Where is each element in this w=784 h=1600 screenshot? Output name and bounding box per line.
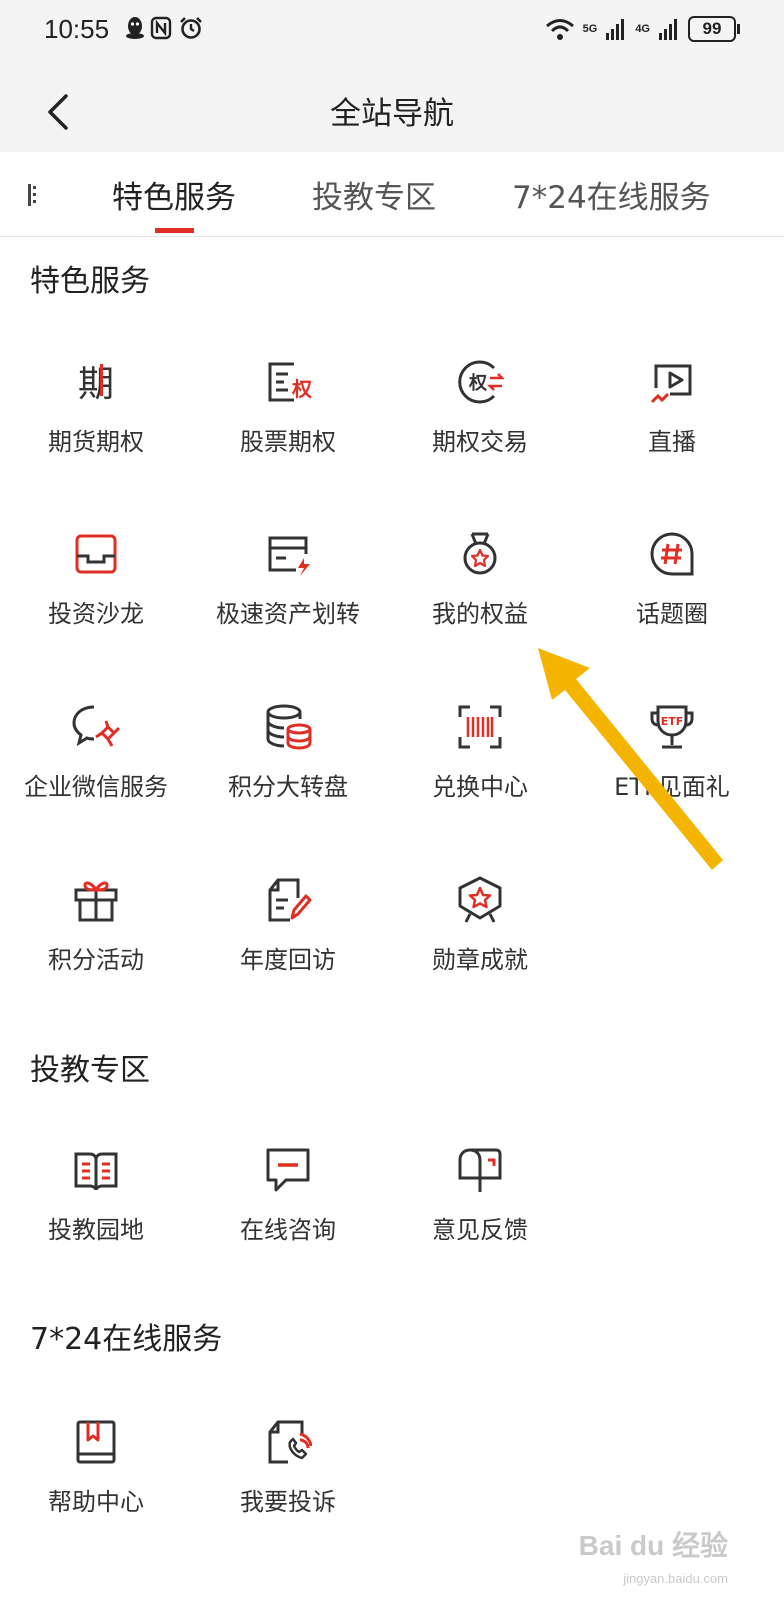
title-bar: 全站导航 (0, 70, 784, 152)
open-book-icon (74, 1152, 118, 1191)
scroll-edge-icon (28, 184, 36, 206)
item-label: ETF见面礼 (614, 773, 730, 801)
etf-glyph: ETF (661, 715, 684, 728)
chat-message-icon (266, 1148, 310, 1192)
grid-item-live[interactable]: 直播 (576, 358, 768, 488)
network-4g-label: 4G (635, 23, 650, 35)
database-wheel-icon (266, 704, 312, 750)
grid-item-my-benefits[interactable]: 我的权益 (384, 530, 576, 660)
grid-item-points-activity[interactable]: 积分活动 (0, 876, 192, 1006)
item-label: 股票期权 (240, 428, 336, 456)
item-label: 投资沙龙 (48, 600, 144, 628)
item-label: 帮助中心 (48, 1488, 144, 1516)
medal-icon (463, 532, 497, 575)
item-label: 企业微信服务 (24, 773, 168, 801)
item-label: 我要投诉 (240, 1488, 336, 1516)
grid-item-topic-circle[interactable]: 话题圈 (576, 530, 768, 660)
grid-item-education-garden[interactable]: 投教园地 (0, 1146, 192, 1276)
edit-document-icon (268, 878, 312, 922)
futures-icon: 期 (78, 364, 114, 405)
grid-item-option-trading[interactable]: 权 期权交易 (384, 358, 576, 488)
status-time: 10:55 (44, 14, 110, 44)
item-label: 意见反馈 (432, 1216, 528, 1244)
gift-icon (74, 881, 118, 922)
item-label: 兑换中心 (432, 773, 528, 801)
etf-trophy-icon: ETF (650, 705, 694, 749)
bookmark-book-icon (76, 1420, 116, 1464)
qq-icon (126, 17, 144, 39)
item-label: 勋章成就 (432, 946, 528, 974)
grid-item-wechat-work-service[interactable]: 企业微信服务 (0, 703, 192, 833)
grid-item-online-consulting[interactable]: 在线咨询 (192, 1146, 384, 1276)
item-label: 直播 (648, 428, 696, 456)
option-trade-icon: 权 (458, 360, 504, 404)
hashtag-bubble-icon (650, 532, 694, 576)
stock-option-glyph: 权 (291, 377, 312, 401)
signal-4g-icon (659, 19, 677, 40)
tab-investor-education[interactable]: 投教专区 (312, 172, 436, 217)
complaint-phone-icon (268, 1420, 312, 1464)
item-label: 在线咨询 (240, 1216, 336, 1244)
item-label: 期货期权 (48, 428, 144, 456)
barcode-scan-icon (458, 705, 502, 749)
nfc-icon (150, 16, 172, 40)
badge-star-icon (458, 876, 502, 923)
futures-glyph: 期 (78, 364, 114, 405)
page-title: 全站导航 (330, 96, 454, 132)
grid-item-medal-achievement[interactable]: 勋章成就 (384, 876, 576, 1006)
mailbox-icon (458, 1148, 502, 1192)
wechat-work-icon (72, 705, 120, 747)
salon-inbox-icon (75, 534, 117, 574)
grid-item-exchange-center[interactable]: 兑换中心 (384, 703, 576, 833)
tab-bar: 特色服务 投教专区 7*24在线服务 (0, 152, 784, 237)
battery-indicator: 99 (688, 16, 740, 42)
grid-item-annual-revisit[interactable]: 年度回访 (192, 876, 384, 1006)
grid-item-stock-options[interactable]: 权 股票期权 (192, 358, 384, 488)
grid-item-investment-salon[interactable]: 投资沙龙 (0, 530, 192, 660)
live-video-icon (650, 364, 692, 404)
grid-item-futures-options[interactable]: 期 期货期权 (0, 358, 192, 488)
item-label: 投教园地 (48, 1216, 144, 1244)
section-title-online-service: 7*24在线服务 (30, 1322, 223, 1357)
item-label: 期权交易 (432, 428, 528, 456)
watermark-logo: Bai du 经验 (578, 1530, 728, 1561)
wifi-icon (545, 19, 574, 40)
item-label: 极速资产划转 (216, 600, 360, 628)
option-trade-glyph: 权 (468, 372, 488, 394)
watermark-url: jingyan.baidu.com (623, 1571, 728, 1586)
fast-transfer-icon (268, 536, 310, 576)
item-label: 年度回访 (240, 946, 336, 974)
stock-option-icon: 权 (268, 362, 312, 402)
section-title-investor-education: 投教专区 (30, 1053, 150, 1088)
item-label: 话题圈 (636, 600, 708, 628)
item-label: 我的权益 (432, 600, 528, 628)
section-title-featured: 特色服务 (30, 264, 150, 299)
alarm-icon (180, 17, 202, 39)
tab-online-service[interactable]: 7*24在线服务 (512, 172, 711, 217)
tab-featured-services[interactable]: 特色服务 (112, 172, 236, 217)
grid-item-feedback[interactable]: 意见反馈 (384, 1146, 576, 1276)
network-5g-label: 5G (582, 23, 598, 35)
signal-5g-icon (606, 19, 625, 40)
grid-item-etf-welcome-gift[interactable]: ETF ETF见面礼 (576, 703, 768, 833)
status-indicators: 5G 4G 99 (545, 16, 740, 42)
item-label: 积分活动 (48, 946, 144, 974)
grid-item-help-center[interactable]: 帮助中心 (0, 1418, 192, 1548)
grid-item-points-wheel[interactable]: 积分大转盘 (192, 703, 384, 833)
active-tab-indicator (155, 228, 194, 233)
item-label: 积分大转盘 (228, 773, 348, 801)
status-bar: 10:55 5G 4G 99 (0, 0, 784, 70)
grid-item-complaint[interactable]: 我要投诉 (192, 1418, 384, 1548)
grid-item-fast-asset-transfer[interactable]: 极速资产划转 (192, 530, 384, 660)
